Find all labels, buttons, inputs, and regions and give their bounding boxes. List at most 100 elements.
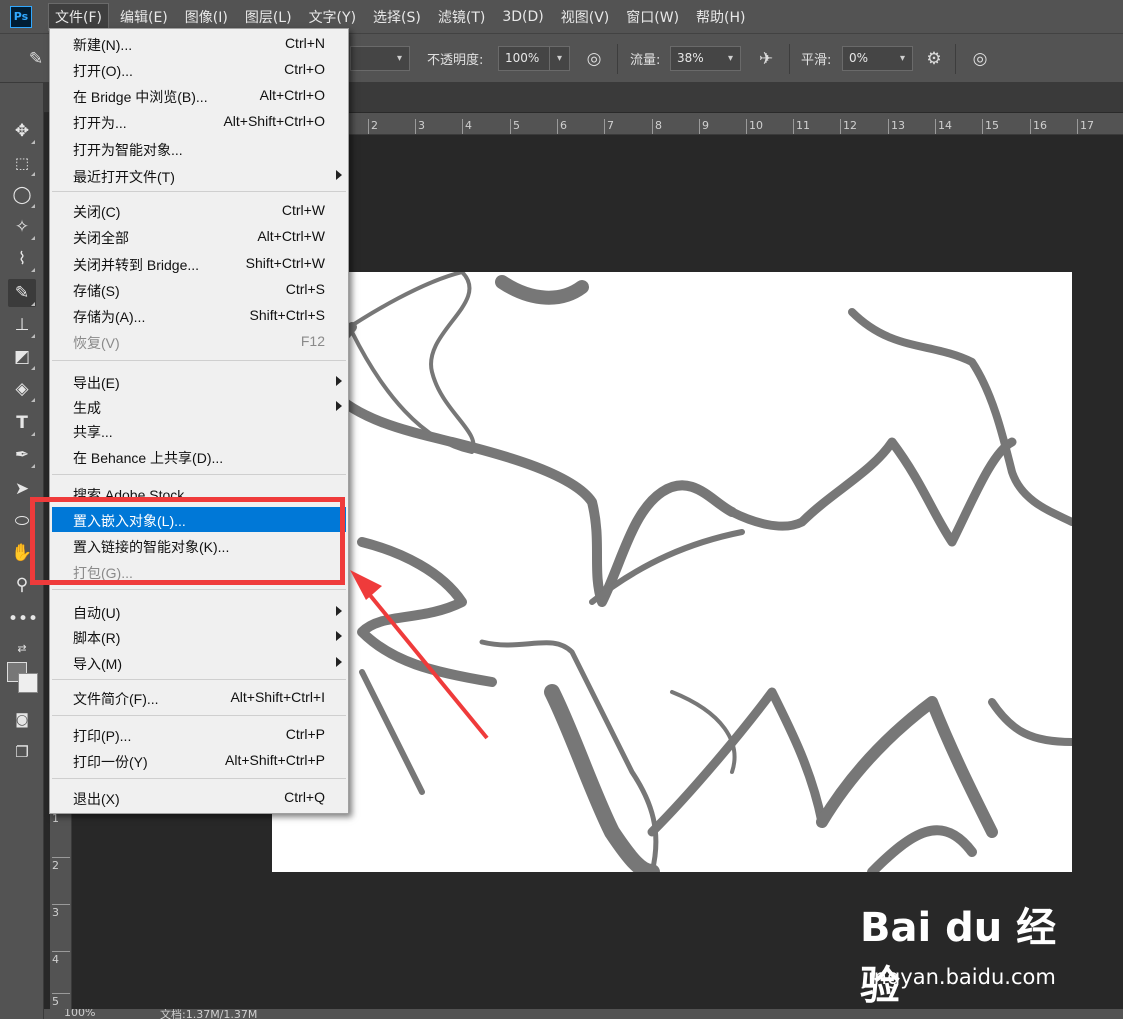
separator [955, 44, 956, 74]
lasso-tool-icon[interactable]: ◯ [8, 181, 36, 209]
ruler-tick: 16 [1030, 119, 1047, 134]
menu-item-label: 新建(N)... [73, 37, 133, 53]
menu-separator [52, 715, 346, 716]
menu-item-import[interactable]: 导入(M) [52, 650, 346, 675]
menu-item-share-behance[interactable]: 在 Behance 上共享(D)... [52, 444, 346, 469]
menu-item-save[interactable]: 存储(S) Ctrl+S [52, 277, 346, 302]
menu-item-save-as[interactable]: 存储为(A)... Shift+Ctrl+S [52, 303, 346, 328]
submenu-arrow-icon [336, 631, 342, 641]
menu-item-label: 最近打开文件(T) [73, 169, 175, 185]
menu-type[interactable]: 文字(Y) [303, 4, 362, 30]
menu-file[interactable]: 文件(F) [48, 2, 109, 31]
opacity-label: 不透明度: [427, 53, 484, 68]
flow-dropdown-icon[interactable]: ▾ [721, 46, 741, 71]
menu-item-export[interactable]: 导出(E) [52, 369, 346, 394]
menu-image[interactable]: 图像(I) [179, 4, 234, 30]
eyedropper-tool-icon[interactable]: ⌇ [8, 245, 36, 273]
menu-help[interactable]: 帮助(H) [690, 4, 751, 30]
quick-mask-icon[interactable]: ◙ [8, 706, 36, 734]
menu-edit[interactable]: 编辑(E) [114, 4, 174, 30]
menu-layer[interactable]: 图层(L) [239, 4, 298, 30]
submenu-arrow-icon [336, 657, 342, 667]
menu-item-label: 存储为(A)... [73, 309, 146, 325]
ruler-tick: 6 [557, 119, 567, 134]
menu-item-close-all[interactable]: 关闭全部 Alt+Ctrl+W [52, 224, 346, 249]
ruler-tick: 4 [52, 951, 70, 966]
menu-item-recent-files[interactable]: 最近打开文件(T) [52, 163, 346, 188]
submenu-arrow-icon [336, 401, 342, 411]
menu-item-shortcut: Alt+Ctrl+W [257, 228, 325, 244]
brush-tool-icon[interactable]: ✎ [8, 279, 36, 307]
menu-3d[interactable]: 3D(D) [496, 6, 549, 28]
eraser-tool-icon[interactable]: ◩ [8, 343, 36, 371]
menu-item-exit[interactable]: 退出(X) Ctrl+Q [52, 785, 346, 810]
flow-label: 流量: [630, 53, 661, 68]
menu-item-close-goto-bridge[interactable]: 关闭并转到 Bridge... Shift+Ctrl+W [52, 251, 346, 276]
swap-colors-icon[interactable]: ⇄ [8, 635, 36, 663]
mode-dropdown-icon[interactable]: ▾ [390, 46, 410, 71]
ruler-tick: 13 [888, 119, 905, 134]
smoothing-dropdown-icon[interactable]: ▾ [893, 46, 913, 71]
ruler-tick: 7 [604, 119, 614, 134]
menu-item-file-info[interactable]: 文件简介(F)... Alt+Shift+Ctrl+I [52, 685, 346, 710]
marquee-tool-icon[interactable]: ⬚ [8, 149, 36, 177]
ruler-tick: 4 [462, 119, 472, 134]
menu-item-shortcut: F12 [300, 333, 325, 349]
menu-item-label: 关闭并转到 Bridge... [73, 257, 200, 273]
menu-item-print[interactable]: 打印(P)... Ctrl+P [52, 722, 346, 747]
menu-item-open-smart-object[interactable]: 打开为智能对象... [52, 136, 346, 161]
ruler-tick: 3 [415, 119, 425, 134]
menu-item-open[interactable]: 打开(O)... Ctrl+O [52, 57, 346, 82]
menu-item-generate[interactable]: 生成 [52, 394, 346, 419]
menu-item-shortcut: Alt+Shift+Ctrl+O [223, 113, 325, 129]
menu-item-shortcut: Ctrl+P [285, 726, 325, 742]
pen-tool-icon[interactable]: ✒ [8, 441, 36, 469]
smoothing-input[interactable]: 0% [842, 46, 894, 71]
watermark-url: jingyan.baidu.com [862, 965, 1056, 989]
menu-item-new[interactable]: 新建(N)... Ctrl+N [52, 31, 346, 56]
menu-item-automate[interactable]: 自动(U) [52, 599, 346, 624]
menu-item-shortcut: Ctrl+S [285, 281, 325, 297]
ruler-tick: 11 [793, 119, 810, 134]
menu-separator [52, 360, 346, 361]
menu-select[interactable]: 选择(S) [367, 4, 427, 30]
ruler-tick: 5 [510, 119, 520, 134]
ruler-tick: 12 [840, 119, 857, 134]
magic-wand-tool-icon[interactable]: ✧ [8, 213, 36, 241]
stamp-tool-icon[interactable]: ⊥ [8, 311, 36, 339]
airbrush-icon[interactable]: ✈ [754, 47, 778, 71]
menu-item-label: 导入(M) [73, 656, 122, 672]
document-canvas[interactable] [272, 270, 1076, 880]
pressure-opacity-icon[interactable]: ◎ [582, 47, 606, 71]
type-tool-icon[interactable]: T [8, 409, 36, 437]
more-tools-icon[interactable]: ••• [8, 605, 38, 633]
opacity-input[interactable]: 100% [498, 46, 550, 71]
menu-item-label: 脚本(R) [73, 630, 121, 646]
flow-input[interactable]: 38% [670, 46, 722, 71]
menu-item-browse-bridge[interactable]: 在 Bridge 中浏览(B)... Alt+Ctrl+O [52, 83, 346, 108]
menu-item-label: 自动(U) [73, 605, 121, 621]
opacity-dropdown-icon[interactable]: ▾ [550, 46, 570, 71]
menu-item-label: 退出(X) [73, 791, 120, 807]
pressure-size-icon[interactable]: ◎ [968, 47, 992, 71]
screen-mode-icon[interactable]: ❐ [8, 738, 36, 766]
menu-filter[interactable]: 滤镜(T) [432, 4, 491, 30]
menu-item-label: 在 Behance 上共享(D)... [73, 450, 224, 466]
menu-item-open-as[interactable]: 打开为... Alt+Shift+Ctrl+O [52, 109, 346, 134]
menu-item-close[interactable]: 关闭(C) Ctrl+W [52, 198, 346, 223]
menu-window[interactable]: 窗口(W) [620, 4, 685, 30]
menu-item-share[interactable]: 共享... [52, 418, 346, 443]
menu-item-print-one-copy[interactable]: 打印一份(Y) Alt+Shift+Ctrl+P [52, 748, 346, 773]
gear-icon[interactable]: ⚙ [922, 47, 946, 71]
ruler-tick: 3 [52, 904, 70, 919]
move-tool-icon[interactable]: ✥ [8, 117, 36, 145]
zoom-level[interactable]: 100% [64, 1009, 95, 1019]
menu-item-scripts[interactable]: 脚本(R) [52, 624, 346, 649]
ruler-tick: 9 [699, 119, 709, 134]
menu-view[interactable]: 视图(V) [555, 4, 616, 30]
ruler-tick: 14 [935, 119, 952, 134]
background-color-swatch[interactable] [18, 673, 38, 693]
paint-bucket-tool-icon[interactable]: ◈ [8, 375, 36, 403]
ruler-tick: 15 [982, 119, 999, 134]
brush-preset-icon[interactable]: ✎ [24, 47, 48, 71]
